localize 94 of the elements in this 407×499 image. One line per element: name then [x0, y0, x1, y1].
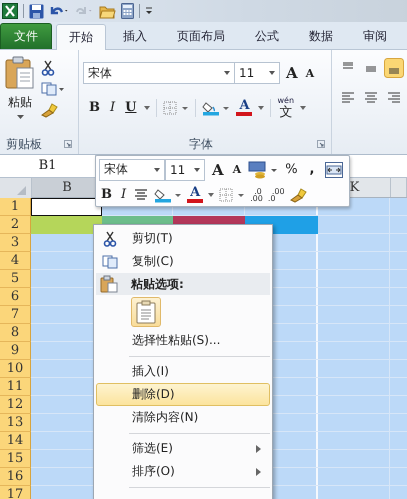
copy-icon — [102, 254, 118, 268]
scissors-icon — [103, 230, 117, 246]
ribbon-tab[interactable]: 数据 — [296, 23, 346, 49]
row-header[interactable]: 2 — [0, 216, 31, 234]
group-label: 字体 — [188, 136, 214, 152]
group-label: 剪贴板 — [6, 136, 42, 152]
font-color-button[interactable]: A — [187, 186, 204, 204]
bold-button[interactable]: B — [99, 187, 114, 202]
calculator-icon[interactable] — [121, 3, 134, 19]
font-size-field[interactable]: 11 — [234, 62, 280, 84]
row-header[interactable]: 16 — [0, 468, 31, 486]
customize-caret-icon[interactable] — [145, 6, 153, 16]
ribbon-tab[interactable]: 页面布局 — [164, 23, 238, 49]
row-header[interactable]: 17 — [0, 486, 31, 499]
caret-icon[interactable] — [258, 106, 264, 110]
increase-decimal-button[interactable]: .0 .00 — [250, 188, 263, 202]
fill-color-icon[interactable] — [154, 186, 182, 203]
row-header[interactable]: 3 — [0, 234, 31, 252]
fill-color-icon[interactable] — [202, 100, 230, 116]
ribbon-tab[interactable]: 插入 — [110, 23, 160, 49]
font-color-button[interactable]: A — [236, 99, 252, 116]
caret-icon — [269, 71, 275, 75]
active-cell[interactable] — [31, 198, 102, 216]
ribbon-tab[interactable]: 公式 — [242, 23, 292, 49]
dialog-launcher-icon[interactable] — [317, 140, 325, 148]
border-icon[interactable] — [163, 100, 190, 114]
menu-item[interactable]: 排序(O) — [96, 460, 270, 483]
underline-button[interactable]: U — [123, 100, 138, 115]
section-title: 粘贴选项: — [131, 276, 184, 292]
save-icon[interactable] — [29, 4, 44, 18]
decrease-decimal-button[interactable]: .00 .0 — [268, 188, 285, 202]
row-header[interactable]: 10 — [0, 360, 31, 378]
align-bottom-icon[interactable] — [384, 58, 404, 78]
caret-icon[interactable] — [144, 106, 150, 110]
menu-item[interactable]: 筛选(E) — [96, 437, 270, 460]
row-header[interactable]: 7 — [0, 306, 31, 324]
italic-button[interactable]: I — [108, 100, 118, 115]
font-name-field[interactable]: 宋体 — [83, 62, 235, 84]
scissors-icon[interactable] — [41, 60, 55, 76]
folder-icon[interactable] — [99, 4, 116, 18]
border-icon[interactable] — [219, 188, 246, 202]
row-header[interactable]: 1 — [0, 198, 31, 216]
menu-item[interactable]: 插入(I) — [96, 360, 270, 383]
shrink-font-button[interactable]: A — [230, 163, 244, 176]
brush-icon[interactable] — [41, 102, 59, 118]
column-header[interactable]: K — [350, 180, 360, 195]
row-header[interactable]: 4 — [0, 252, 31, 270]
caret-icon — [16, 115, 24, 119]
row-header[interactable]: 6 — [0, 288, 31, 306]
submenu-arrow-icon — [256, 468, 261, 476]
caret-icon — [154, 168, 160, 172]
paste-option-button[interactable] — [131, 297, 161, 327]
grow-font-button[interactable]: A — [284, 64, 300, 82]
font-name-field[interactable]: 宋体 — [99, 158, 165, 181]
row-header[interactable]: 13 — [0, 414, 31, 432]
row-header[interactable]: 9 — [0, 342, 31, 360]
font-size-field[interactable]: 11 — [165, 158, 205, 181]
menu-item[interactable]: 复制(C) — [96, 250, 270, 273]
clipboard-icon — [5, 56, 35, 90]
row-header[interactable]: 14 — [0, 432, 31, 450]
bold-button[interactable]: B — [87, 100, 102, 115]
copy-icon[interactable] — [41, 82, 65, 96]
dialog-launcher-icon[interactable] — [64, 140, 72, 148]
caret-icon[interactable] — [300, 106, 306, 110]
ribbon-tab[interactable]: 审阅 — [350, 23, 400, 49]
row-header[interactable]: 12 — [0, 396, 31, 414]
accounting-icon[interactable] — [248, 160, 278, 179]
caret-icon — [194, 168, 200, 172]
ribbon-tab[interactable]: 开始 — [56, 24, 106, 50]
row-header[interactable]: 15 — [0, 450, 31, 468]
submenu-arrow-icon — [256, 444, 261, 452]
menu-item[interactable]: 删除(D) — [96, 383, 270, 406]
center-align-icon[interactable] — [133, 188, 150, 202]
caret-icon — [224, 71, 230, 75]
italic-button[interactable]: I — [119, 187, 128, 202]
row-header[interactable]: 8 — [0, 324, 31, 342]
clipboard-icon — [136, 300, 156, 324]
grow-font-button[interactable]: A — [210, 160, 226, 179]
merge-center-icon[interactable] — [324, 162, 342, 178]
column-header[interactable]: B — [62, 180, 72, 195]
row-header[interactable]: 11 — [0, 378, 31, 396]
row-header[interactable]: 5 — [0, 270, 31, 288]
percent-button[interactable]: % — [283, 162, 300, 178]
shrink-font-button[interactable]: A — [304, 66, 316, 80]
spreadsheet-app-icon — [2, 3, 18, 19]
ribbon-tab[interactable]: 文件 — [0, 23, 52, 49]
paste-button[interactable]: 粘贴 — [3, 56, 37, 134]
menu-item[interactable]: 选择性粘贴(S)... — [96, 329, 270, 352]
brush-icon[interactable] — [290, 186, 308, 203]
comma-style-button[interactable]: , — [304, 162, 320, 178]
menu-item[interactable]: 清除内容(N) — [96, 406, 270, 429]
caret-icon[interactable] — [208, 192, 214, 197]
menu-item[interactable]: 剪切(T) — [96, 227, 270, 250]
phonetic-guide-button[interactable]: wén 文 — [277, 96, 294, 119]
